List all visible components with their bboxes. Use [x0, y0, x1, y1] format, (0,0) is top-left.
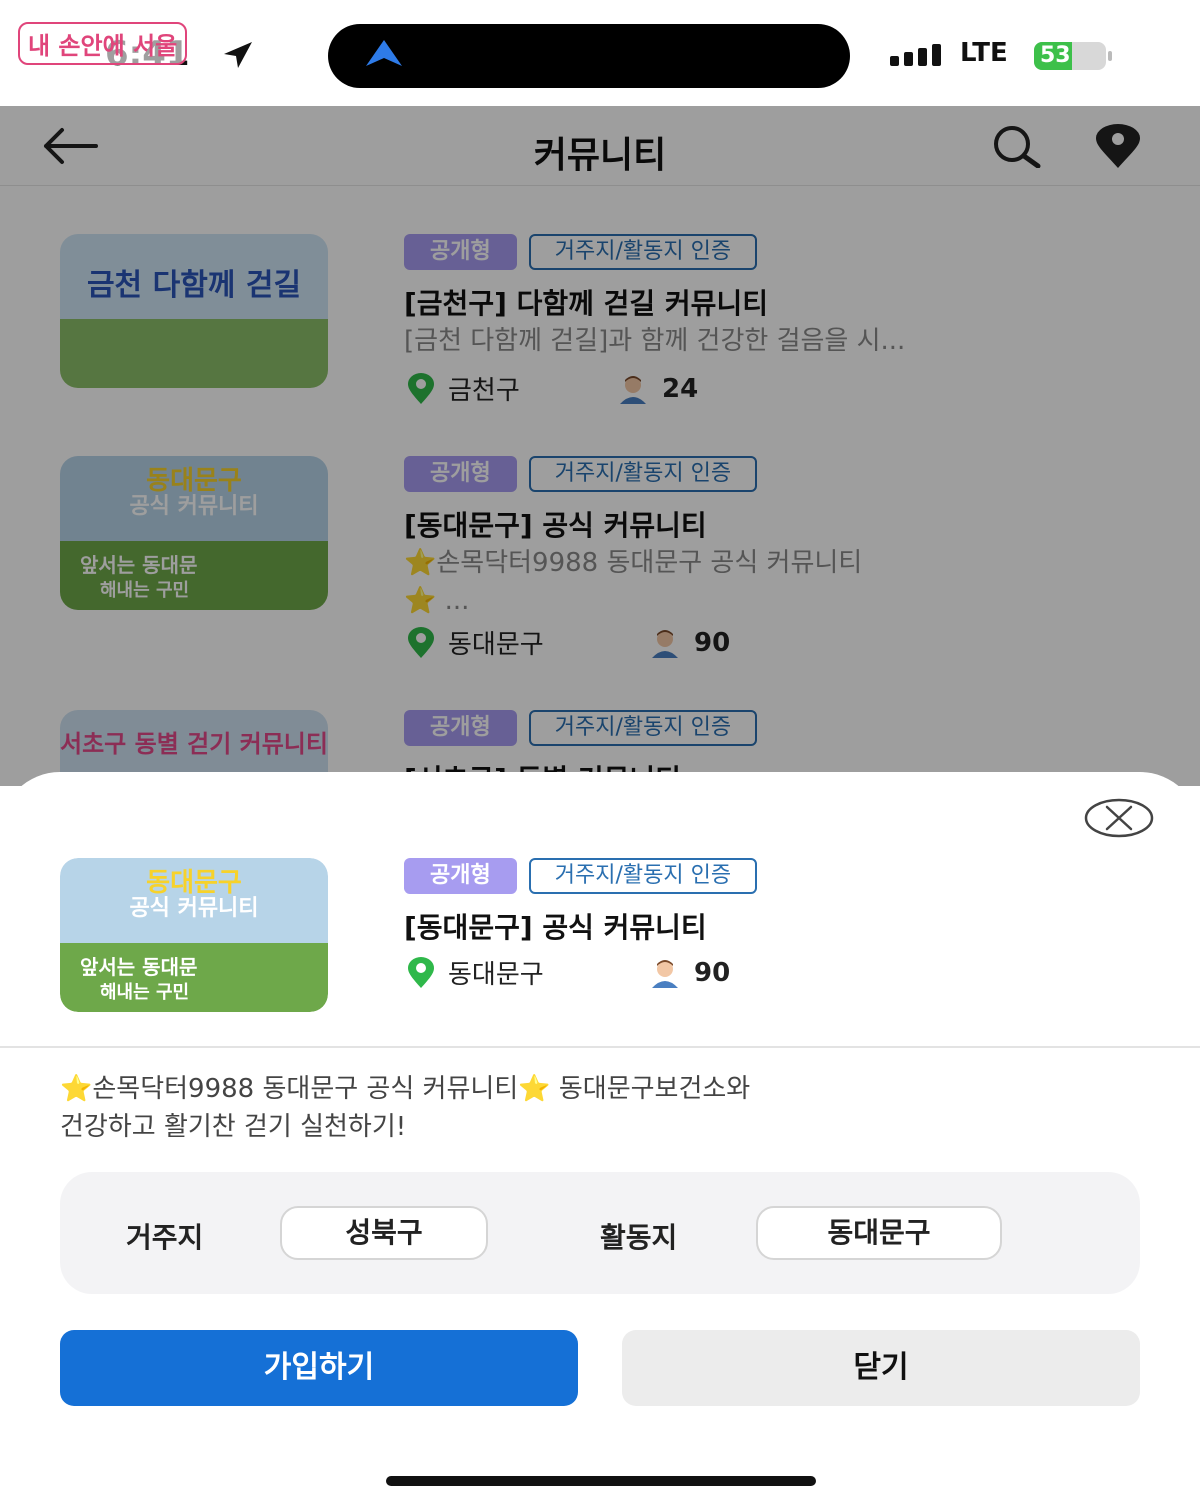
navigation-arrow-icon	[366, 40, 402, 66]
join-button[interactable]: 가입하기	[60, 1330, 578, 1406]
member-count: 90	[694, 957, 731, 988]
badge-public: 공개형	[404, 858, 517, 894]
sheet-description: ⭐손목닥터9988 동대문구 공식 커뮤니티⭐ 동대문구보건소와 건강하고 활기…	[60, 1070, 1150, 1146]
region-info-box: 거주지 성북구 활동지 동대문구	[60, 1172, 1140, 1294]
battery-tip	[1108, 51, 1112, 61]
watermark-logo: 내 손안에 서울	[18, 22, 188, 65]
description-line-1: 손목닥터9988 동대문구 공식 커뮤니티	[92, 1074, 519, 1104]
description-line-2: 건강하고 활기찬 걷기 실천하기!	[60, 1112, 407, 1142]
battery-level: 53	[1040, 43, 1071, 68]
close-button[interactable]: 닫기	[622, 1330, 1140, 1406]
star-icon: ⭐	[518, 1074, 551, 1104]
modal-backdrop[interactable]	[0, 106, 1200, 786]
star-icon: ⭐	[60, 1074, 93, 1104]
member-avatar-icon	[652, 959, 678, 988]
badge-verification: 거주지/활동지 인증	[528, 858, 758, 894]
signal-strength-icon	[890, 44, 941, 66]
thumbnail-caption-3: 앞서는 동대문	[80, 955, 198, 979]
residence-label: 거주지	[126, 1221, 204, 1254]
activity-label: 활동지	[600, 1221, 678, 1254]
residence-chip: 성북구	[280, 1206, 488, 1260]
location-arrow-icon	[224, 42, 252, 68]
dynamic-island	[328, 24, 850, 88]
location-pin-icon	[408, 956, 434, 988]
community-location: 동대문구	[448, 960, 544, 990]
sheet-title: [동대문구] 공식 커뮤니티	[404, 911, 707, 944]
close-icon[interactable]	[1084, 798, 1154, 838]
thumbnail-caption-4: 해내는 구민	[100, 982, 190, 1003]
thumbnail-caption-2: 공식 커뮤니티	[129, 896, 259, 921]
battery-icon: 53	[1034, 42, 1106, 70]
status-bar: 내 손안에 서울 6:41 LTE 53	[0, 0, 1200, 106]
community-detail-sheet: 동대문구 공식 커뮤니티 앞서는 동대문 해내는 구민 공개형 거주지/활동지 …	[0, 772, 1200, 1500]
activity-chip: 동대문구	[756, 1206, 1002, 1260]
community-thumbnail: 동대문구 공식 커뮤니티 앞서는 동대문 해내는 구민	[60, 858, 328, 1012]
home-indicator	[386, 1476, 816, 1486]
description-line-1b: 동대문구보건소와	[550, 1074, 751, 1104]
network-type: LTE	[960, 38, 1008, 68]
divider	[0, 1046, 1200, 1048]
